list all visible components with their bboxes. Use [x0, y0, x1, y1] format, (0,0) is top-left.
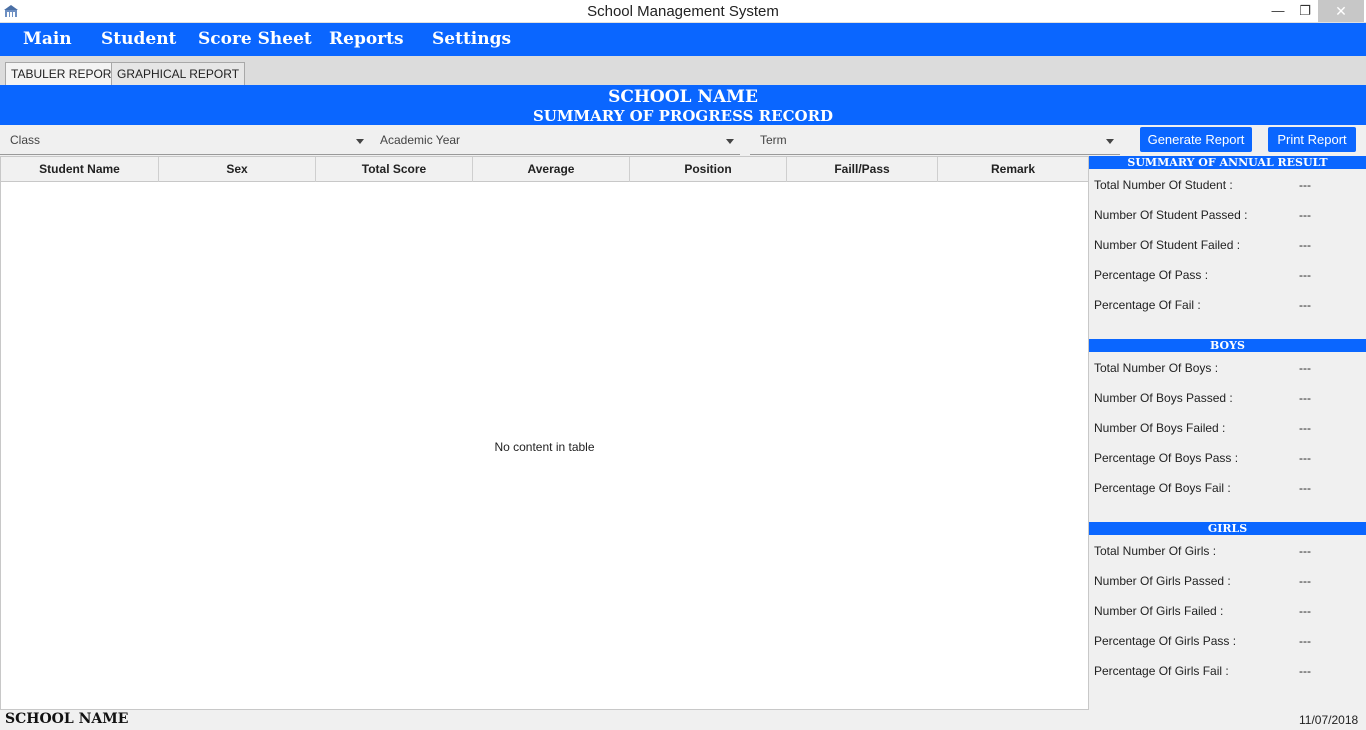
stat-value: --- [1299, 634, 1311, 648]
stat-value: --- [1299, 544, 1311, 558]
chevron-down-icon [726, 139, 734, 144]
column-header-position[interactable]: Position [630, 157, 787, 182]
stat-value: --- [1299, 481, 1311, 495]
stat-label: Number Of Girls Failed : [1094, 604, 1224, 618]
stat-value: --- [1299, 208, 1311, 222]
stat-label: Number Of Student Passed : [1094, 208, 1248, 222]
stat-label: Number Of Boys Passed : [1094, 391, 1233, 405]
report-subtitle: SUMMARY OF PROGRESS RECORD [532, 107, 834, 125]
stat-label: Number Of Girls Passed : [1094, 574, 1231, 588]
class-select-label: Class [10, 133, 41, 147]
stat-label: Total Number Of Girls : [1094, 544, 1217, 558]
menu-score-sheet[interactable]: Score Sheet [198, 29, 312, 49]
stat-value: --- [1299, 664, 1311, 678]
stat-label: Total Number Of Boys : [1094, 361, 1219, 375]
stat-value: --- [1299, 268, 1311, 282]
stat-value: --- [1299, 178, 1311, 192]
stat-label: Percentage Of Fail : [1094, 298, 1201, 312]
menu-main[interactable]: Main [23, 29, 72, 49]
column-header-sex[interactable]: Sex [159, 157, 316, 182]
column-header-fail-pass[interactable]: Faill/Pass [787, 157, 938, 182]
report-banner: SCHOOL NAME SUMMARY OF PROGRESS RECORD [0, 85, 1366, 125]
stat-value: --- [1299, 451, 1311, 465]
stat-label: Percentage Of Girls Fail : [1094, 664, 1229, 678]
chevron-down-icon [356, 139, 364, 144]
stat-label: Total Number Of Student : [1094, 178, 1233, 192]
menu-student[interactable]: Student [101, 29, 176, 49]
stat-value: --- [1299, 298, 1311, 312]
menu-reports[interactable]: Reports [329, 29, 404, 49]
stat-value: --- [1299, 391, 1311, 405]
stat-value: --- [1299, 421, 1311, 435]
print-report-button[interactable]: Print Report [1268, 127, 1356, 152]
minimize-button[interactable]: — [1263, 0, 1293, 22]
chevron-down-icon [1106, 139, 1114, 144]
summary-girls-heading: GIRLS [1089, 522, 1366, 535]
stat-label: Number Of Student Failed : [1094, 238, 1241, 252]
stat-value: --- [1299, 361, 1311, 375]
term-select[interactable]: Term [750, 129, 1120, 155]
menu-settings[interactable]: Settings [432, 29, 511, 49]
footer-date: 11/07/2018 [1299, 713, 1359, 727]
academic-year-select-label: Academic Year [380, 133, 461, 147]
school-name-heading: SCHOOL NAME [608, 87, 758, 107]
footer-school-name: SCHOOL NAME [5, 711, 129, 727]
close-button[interactable]: ✕ [1318, 0, 1364, 22]
title-bar: School Management System — ❐ ✕ [0, 0, 1366, 23]
generate-report-button[interactable]: Generate Report [1140, 127, 1252, 152]
results-table[interactable]: Student Name Sex Total Score Average Pos… [0, 156, 1089, 710]
table-empty-message: No content in table [494, 440, 595, 454]
summary-boys-heading: BOYS [1089, 339, 1366, 352]
term-select-label: Term [760, 133, 787, 147]
stat-value: --- [1299, 238, 1311, 252]
menu-bar: Main Student Score Sheet Reports Setting… [0, 23, 1366, 56]
stat-label: Percentage Of Boys Pass : [1094, 451, 1239, 465]
stat-value: --- [1299, 604, 1311, 618]
tab-tabular-report[interactable]: TABULER REPORT [5, 62, 125, 85]
tab-graphical-report[interactable]: GRAPHICAL REPORT [111, 62, 246, 85]
stat-label: Number Of Boys Failed : [1094, 421, 1226, 435]
class-select[interactable]: Class [0, 129, 370, 155]
column-header-remark[interactable]: Remark [938, 157, 1088, 182]
window-title: School Management System [587, 3, 779, 20]
stat-label: Percentage Of Pass : [1094, 268, 1209, 282]
stat-label: Percentage Of Boys Fail : [1094, 481, 1231, 495]
academic-year-select[interactable]: Academic Year [370, 129, 740, 155]
column-header-total-score[interactable]: Total Score [316, 157, 473, 182]
column-header-average[interactable]: Average [473, 157, 630, 182]
summary-annual-heading: SUMMARY OF ANNUAL RESULT [1089, 156, 1366, 169]
column-header-student-name[interactable]: Student Name [1, 157, 159, 182]
table-header: Student Name Sex Total Score Average Pos… [1, 157, 1088, 182]
tab-strip: TABULER REPORT GRAPHICAL REPORT [0, 56, 1366, 85]
stat-value: --- [1299, 574, 1311, 588]
maximize-button[interactable]: ❐ [1290, 0, 1320, 22]
stat-label: Percentage Of Girls Pass : [1094, 634, 1237, 648]
